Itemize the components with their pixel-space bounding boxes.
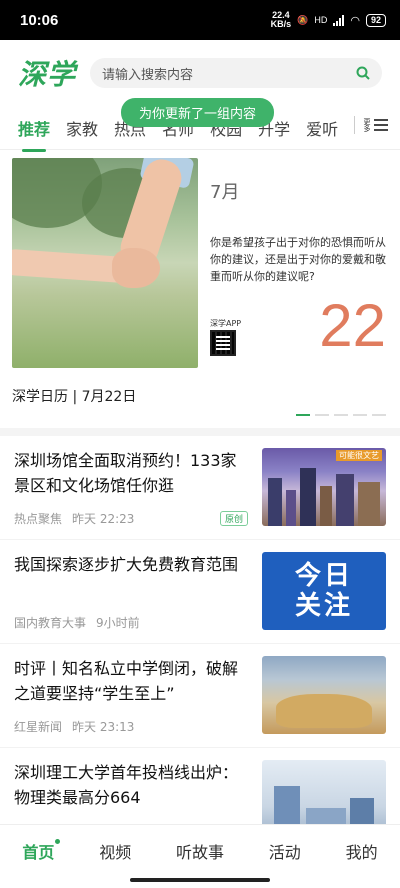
news-time: 9小时前 xyxy=(96,616,140,630)
update-toast: 为你更新了一组内容 xyxy=(121,98,275,127)
hd-label: HD xyxy=(314,15,328,25)
qr-code xyxy=(210,330,236,356)
banner-photo xyxy=(12,158,198,368)
news-meta: 热点聚焦 昨天 22:23 原创 xyxy=(14,510,248,527)
battery-icon: 92 xyxy=(365,13,386,27)
menu-icon[interactable] xyxy=(374,118,388,132)
nav-profile[interactable]: 我的 xyxy=(346,839,378,888)
nav-home[interactable]: 首页 xyxy=(22,839,61,888)
news-title[interactable]: 时评丨知名私立中学倒闭，破解之道要坚持“学生至上” xyxy=(14,656,248,706)
carousel-dot xyxy=(372,414,386,416)
mute-icon: 🔕 xyxy=(297,14,309,25)
news-title[interactable]: 我国探索逐步扩大免费教育范围 xyxy=(14,552,248,577)
news-item[interactable]: 我国探索逐步扩大免费教育范围 国内教育大事 9小时前 今日 关注 xyxy=(0,540,400,644)
banner-caption[interactable]: 深学日历 | 7月22日 xyxy=(12,386,400,406)
news-thumbnail[interactable]: 今日 关注 xyxy=(262,552,386,630)
tab-family-education[interactable]: 家教 xyxy=(66,116,98,140)
banner-app-label: 深学APP xyxy=(210,319,242,328)
carousel-dot xyxy=(315,414,329,416)
news-source: 红星新闻 xyxy=(14,720,63,734)
banner-info: 7月 你是希望孩子出于对你的恐惧而听从你的建议，还是出于对你的爱戴和敬重而听从你… xyxy=(198,158,388,368)
banner-month: 7月 xyxy=(210,182,240,203)
thumbnail-text: 关注 xyxy=(294,591,353,621)
news-title[interactable]: 深圳理工大学首年投档线出炉：物理类最高分664 xyxy=(14,760,248,810)
news-title[interactable]: 深圳场馆全面取消预约！133家景区和文化场馆任你逛 xyxy=(14,448,248,498)
original-badge: 原创 xyxy=(219,511,248,526)
news-time: 昨天 23:13 xyxy=(72,720,135,734)
carousel-dot xyxy=(334,414,348,416)
carousel-indicator xyxy=(0,414,386,416)
nav-activities[interactable]: 活动 xyxy=(269,839,301,888)
banner-quote: 你是希望孩子出于对你的恐惧而听从你的建议，还是出于对你的爱戴和敬重而听从你的建议… xyxy=(210,236,386,283)
tabs-more-label: 更多 xyxy=(363,118,371,132)
carousel-dot xyxy=(353,414,367,416)
news-thumbnail[interactable] xyxy=(262,656,386,734)
banner-day: 22 xyxy=(319,292,386,359)
search-placeholder[interactable]: 请输入搜索内容 xyxy=(102,64,193,83)
wifi-icon: ◠ xyxy=(350,14,360,27)
calendar-banner[interactable]: 7月 你是希望孩子出于对你的恐惧而听从你的建议，还是出于对你的爱戴和敬重而听从你… xyxy=(12,158,388,368)
status-bar: 10:06 22.4 KB/s 🔕 HD ◠ 92 xyxy=(0,0,400,40)
search-bar[interactable]: 请输入搜索内容 xyxy=(90,58,382,88)
news-item[interactable]: 深圳场馆全面取消预约！133家景区和文化场馆任你逛 热点聚焦 昨天 22:23 … xyxy=(0,436,400,540)
status-icons: 22.4 KB/s 🔕 HD ◠ 92 xyxy=(271,11,386,29)
news-meta: 红星新闻 昨天 23:13 xyxy=(14,718,248,735)
tab-listen[interactable]: 爱听 xyxy=(306,116,338,140)
news-time: 昨天 22:23 xyxy=(72,512,135,526)
thumbnail-text: 今日 xyxy=(294,561,353,591)
tab-recommend[interactable]: 推荐 xyxy=(18,116,50,152)
carousel-dot xyxy=(296,414,310,416)
news-meta: 国内教育大事 9小时前 xyxy=(14,614,248,631)
news-source: 国内教育大事 xyxy=(14,616,87,630)
tabs-more[interactable]: 更多 xyxy=(350,116,388,134)
home-indicator[interactable] xyxy=(130,878,270,882)
news-item[interactable]: 时评丨知名私立中学倒闭，破解之道要坚持“学生至上” 红星新闻 昨天 23:13 xyxy=(0,644,400,748)
thumbnail-label: 可能很文艺 xyxy=(336,450,382,461)
nav-video[interactable]: 视频 xyxy=(99,839,131,888)
category-tabs: 推荐 家教 热点 名师 校园 升学 爱听 更多 为你更新了一组内容 xyxy=(0,98,400,152)
app-logo: 深学 xyxy=(18,58,77,91)
network-speed: 22.4 KB/s xyxy=(270,10,292,29)
news-feed: 深圳场馆全面取消预约！133家景区和文化场馆任你逛 热点聚焦 昨天 22:23 … xyxy=(0,428,400,852)
news-source: 热点聚焦 xyxy=(14,512,63,526)
search-icon[interactable] xyxy=(356,66,370,80)
signal-icon xyxy=(333,14,345,26)
app-header: 深学 请输入搜索内容 xyxy=(0,40,400,106)
news-thumbnail[interactable]: 可能很文艺 xyxy=(262,448,386,526)
engraved-rock xyxy=(276,694,372,728)
status-time: 10:06 xyxy=(20,11,59,29)
